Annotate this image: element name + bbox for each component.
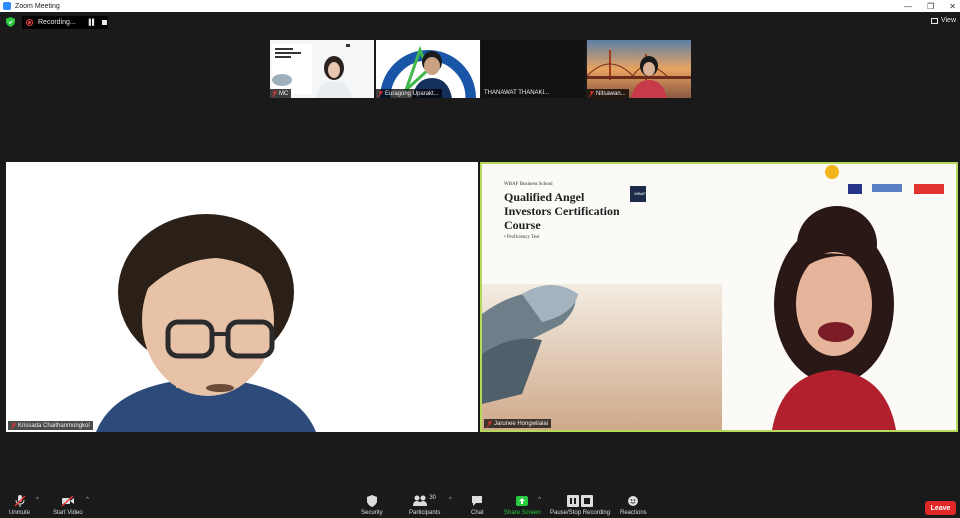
share-screen-label: Share Screen [504, 510, 541, 516]
recording-dot-icon [26, 19, 33, 26]
participant-thumbnail[interactable]: THANAWAT THANAKI... [481, 40, 585, 98]
muted-mic-icon [378, 90, 383, 97]
muted-mic-icon [11, 422, 16, 429]
participants-icon-group: 30 [413, 495, 436, 510]
participant-name-tag: Nitsawan... [587, 89, 629, 98]
speaker-tile-right[interactable]: WBAF Business School Qualified Angel Inv… [480, 162, 958, 432]
unmute-button[interactable]: Unmute [9, 495, 30, 516]
pause-stop-recording-button[interactable]: Pause/Stop Recording [550, 495, 610, 516]
participant-thumbnail[interactable]: Euragong Uparakt... [376, 40, 480, 98]
participants-button[interactable]: 30 Participants [409, 495, 440, 516]
share-screen-icon [516, 496, 529, 506]
participant-name-tag: THANAWAT THANAKI... [482, 88, 552, 97]
recording-indicator: Recording... ▌▌ [22, 16, 108, 29]
start-video-label: Start Video [53, 510, 83, 516]
meeting-topbar: Recording... ▌▌ View [0, 12, 960, 32]
pause-icon [567, 495, 580, 507]
participant-name-tag: Jarunee Hongwilalai [484, 419, 552, 428]
pause-recording-icon[interactable]: ▌▌ [89, 20, 96, 26]
participant-video [6, 162, 478, 432]
shield-icon[interactable] [6, 17, 15, 27]
participant-name-tag: Krissada Chaithanmongkol [8, 421, 93, 430]
participant-thumbnail[interactable]: MC [270, 40, 374, 98]
security-label: Security [361, 510, 383, 516]
participant-name: Nitsawan... [596, 90, 626, 97]
recording-label: Recording... [38, 19, 76, 26]
wbaf-logo: WBAF [634, 191, 646, 196]
share-options-caret[interactable]: ^ [538, 497, 541, 503]
maximize-button[interactable]: ❐ [927, 2, 934, 11]
security-button[interactable]: Security [361, 495, 383, 516]
chat-bubble-icon [472, 496, 483, 506]
video-off-icon [61, 495, 74, 507]
share-screen-button[interactable]: Share Screen [504, 495, 541, 516]
participants-options-caret[interactable]: ^ [449, 497, 452, 503]
muted-mic-icon [487, 420, 492, 427]
participant-name: Jarunee Hongwilalai [494, 420, 549, 427]
window-titlebar: Zoom Meeting — ❐ ✕ [0, 0, 960, 12]
slide-title-line3: Course [504, 218, 541, 232]
participant-name: MC [279, 90, 289, 97]
view-button[interactable]: View [930, 17, 956, 24]
participant-name-tag: Euragong Uparakt... [376, 89, 442, 98]
meeting-toolbar: Unmute ^ Start Video ^ Security 30 Parti… [0, 491, 960, 518]
slide-subtitle: • Proficiency Test [504, 235, 540, 240]
reactions-button[interactable]: Reactions [620, 495, 647, 516]
unmute-label: Unmute [9, 510, 31, 516]
leave-button[interactable]: Leave [925, 501, 956, 515]
muted-mic-icon [589, 90, 594, 97]
grid-view-icon [930, 17, 938, 24]
stop-recording-icon[interactable] [102, 20, 108, 25]
shield-icon [366, 495, 377, 507]
participant-name-tag: MC [270, 89, 292, 98]
video-options-caret[interactable]: ^ [86, 497, 89, 503]
participants-count: 30 [429, 495, 437, 501]
participants-icon [413, 495, 428, 506]
chat-label: Chat [471, 510, 484, 516]
muted-mic-icon [272, 90, 277, 97]
chat-button[interactable]: Chat [471, 495, 484, 516]
participant-thumbnail[interactable]: Nitsawan... [587, 40, 691, 98]
stop-icon [581, 495, 594, 507]
window-controls: — ❐ ✕ [904, 0, 956, 12]
reactions-label: Reactions [620, 510, 647, 516]
speaker-tile-left[interactable]: Krissada Chaithanmongkol [6, 162, 478, 432]
start-video-button[interactable]: Start Video [53, 495, 83, 516]
slide-school: WBAF Business School [504, 182, 553, 187]
slide-title-line2: Investors Certification [504, 204, 620, 218]
pause-stop-recording-label: Pause/Stop Recording [550, 510, 611, 516]
window-title: Zoom Meeting [15, 2, 60, 10]
muted-microphone-icon [14, 495, 25, 507]
close-button[interactable]: ✕ [949, 2, 956, 11]
view-label: View [940, 17, 956, 24]
smiley-plus-icon [628, 496, 639, 506]
participant-name: Euragong Uparakt... [385, 90, 439, 97]
zoom-app-icon [3, 2, 11, 10]
recording-controls-icons [567, 495, 594, 510]
participants-label: Participants [409, 510, 441, 516]
minimize-button[interactable]: — [904, 2, 912, 11]
participant-name: Krissada Chaithanmongkol [18, 422, 90, 429]
participant-name: THANAWAT THANAKI... [484, 89, 550, 96]
audio-options-caret[interactable]: ^ [36, 497, 39, 503]
